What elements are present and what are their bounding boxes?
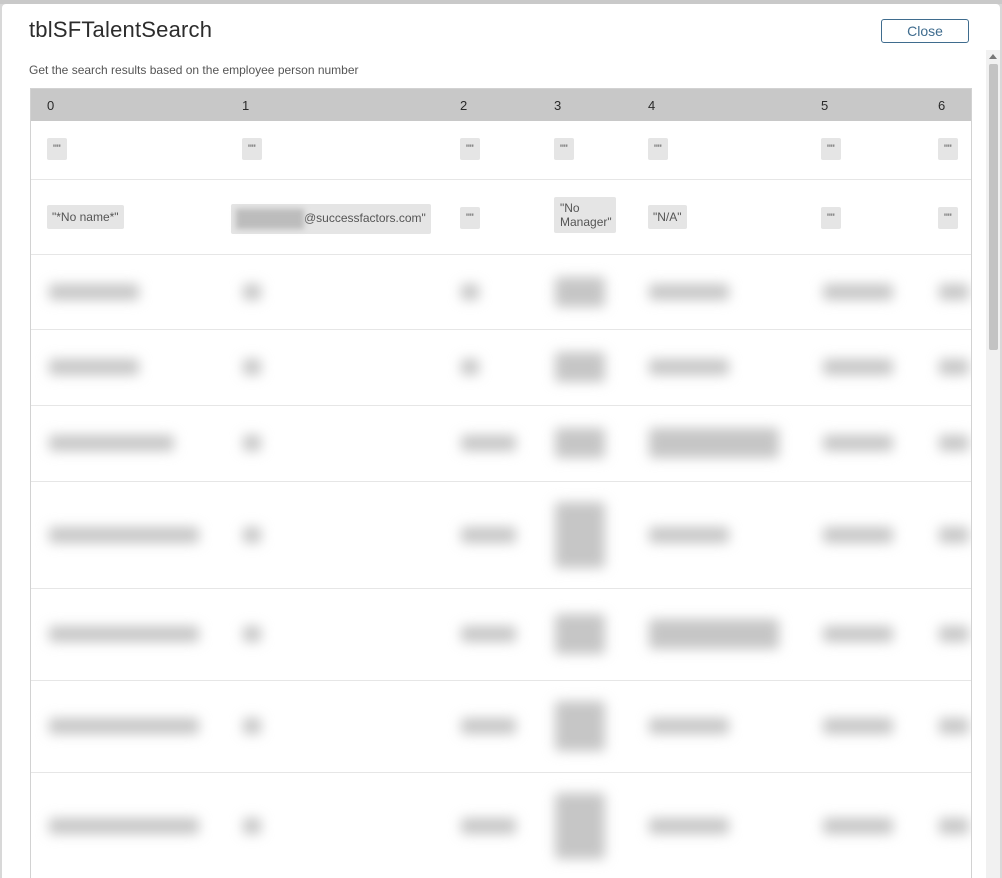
table-cell: "" (554, 138, 574, 160)
table-row-blurred[interactable] (31, 330, 971, 406)
table-row[interactable]: "*No name*" @successfactors.com" "" "No … (31, 180, 971, 255)
email-cell: @successfactors.com" (231, 204, 431, 234)
column-header-3[interactable]: 3 (554, 98, 561, 113)
blurred-content (31, 589, 971, 680)
table-header: 0 1 2 3 4 5 6 (31, 89, 971, 121)
table-row-blurred[interactable] (31, 406, 971, 482)
table-cell: "" (460, 138, 480, 160)
column-header-1[interactable]: 1 (242, 98, 249, 113)
table-row[interactable]: "" "" "" "" "" "" "" (31, 121, 971, 180)
blurred-content (31, 773, 971, 878)
blurred-content (31, 482, 971, 588)
redacted-text (236, 209, 304, 229)
table-cell: "No Manager" (554, 197, 616, 233)
column-header-2[interactable]: 2 (460, 98, 467, 113)
column-header-4[interactable]: 4 (648, 98, 655, 113)
table-cell: "" (821, 207, 841, 229)
scroll-up-arrow-icon[interactable] (989, 54, 997, 59)
table-cell: "" (47, 138, 67, 160)
blurred-content (31, 255, 971, 329)
column-header-0[interactable]: 0 (47, 98, 54, 113)
close-button[interactable]: Close (881, 19, 969, 43)
table-cell: "*No name*" (47, 205, 124, 229)
vertical-scrollbar[interactable] (986, 50, 1000, 878)
table-cell: "N/A" (648, 205, 687, 229)
table-row-blurred[interactable] (31, 773, 971, 878)
table-row-blurred[interactable] (31, 482, 971, 589)
table-cell: "" (938, 138, 958, 160)
table-cell: "" (648, 138, 668, 160)
blurred-content (31, 406, 971, 481)
blurred-content (31, 330, 971, 405)
table-cell: "" (821, 138, 841, 160)
table-row-blurred[interactable] (31, 589, 971, 681)
table-row-blurred[interactable] (31, 255, 971, 330)
table-cell: "" (460, 207, 480, 229)
dialog-title: tblSFTalentSearch (29, 17, 213, 42)
scrollbar-thumb[interactable] (989, 64, 998, 350)
blurred-content (31, 681, 971, 772)
dialog-description: Get the search results based on the empl… (29, 63, 359, 77)
table-cell: "" (242, 138, 262, 160)
table-dialog: tblSFTalentSearch Close Get the search r… (2, 4, 1000, 878)
column-header-5[interactable]: 5 (821, 98, 828, 113)
results-table: 0 1 2 3 4 5 6 "" "" "" "" "" "" "" "*No … (30, 88, 972, 878)
table-row-blurred[interactable] (31, 681, 971, 773)
column-header-6[interactable]: 6 (938, 98, 945, 113)
table-cell: "" (938, 207, 958, 229)
email-domain-text: @successfactors.com" (304, 211, 426, 226)
